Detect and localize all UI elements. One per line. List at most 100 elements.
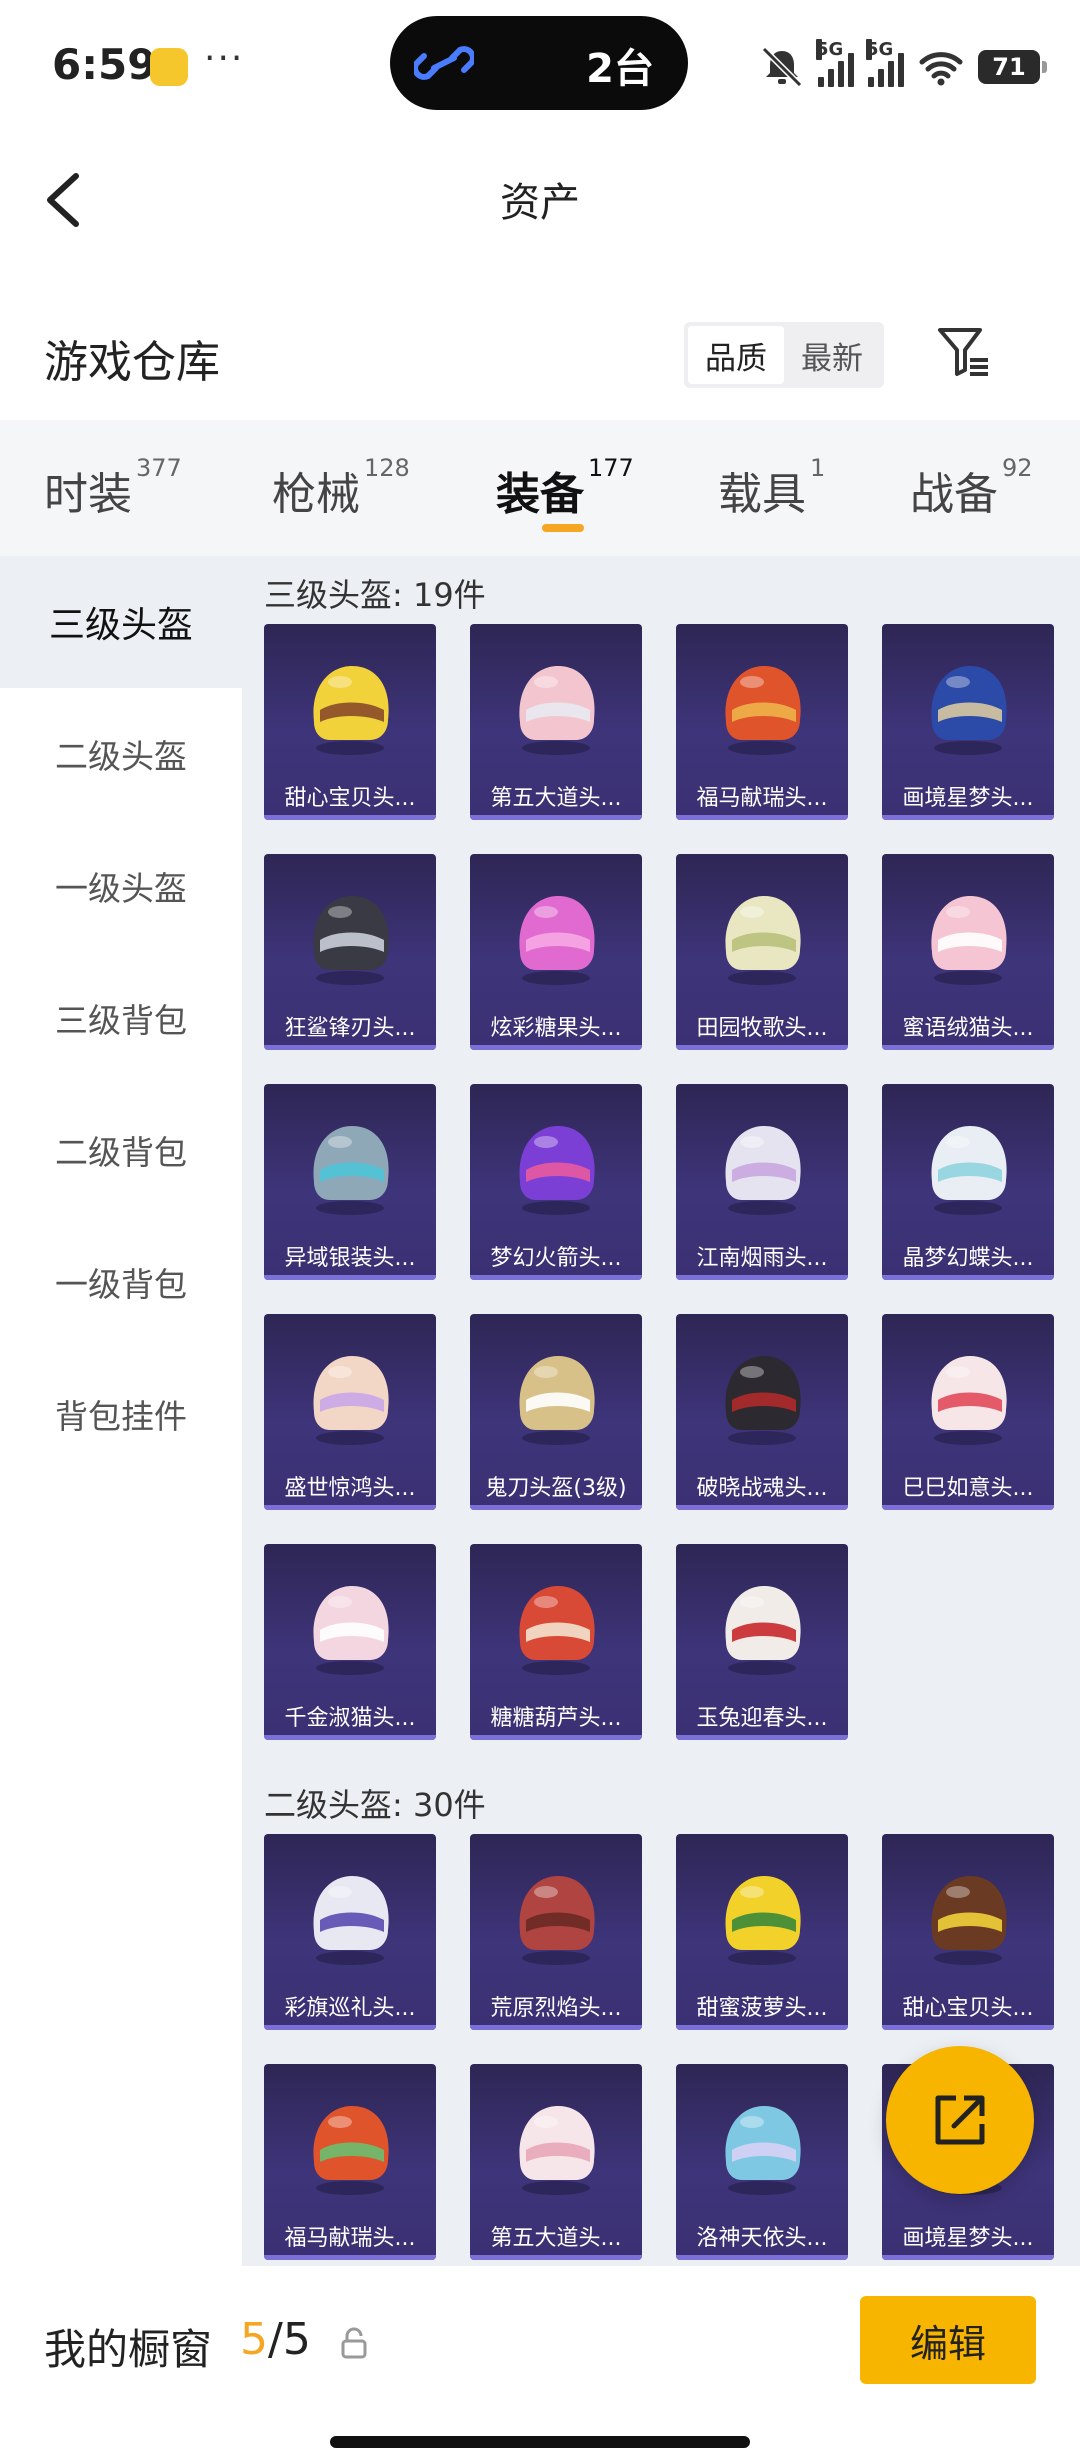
item-card[interactable]: 蜜语绒猫头... (882, 854, 1054, 1050)
edit-button[interactable]: 编辑 (860, 2296, 1036, 2384)
dynamic-island[interactable]: 2台 (390, 16, 688, 110)
item-name: 福马献瑞头... (696, 786, 828, 811)
item-card[interactable]: 破晓战魂头... (676, 1314, 848, 1510)
item-card[interactable]: 田园牧歌头... (676, 854, 848, 1050)
tab-fashion[interactable]: 时装377 (44, 454, 182, 522)
item-name: 玉兔迎春头... (696, 1706, 828, 1731)
item-card[interactable]: 甜心宝贝头... (264, 624, 436, 820)
helmet-icon (725, 1126, 801, 1215)
helmet-icon (313, 2106, 389, 2195)
item-card[interactable]: 福马献瑞头... (676, 624, 848, 820)
item-name: 破晓战魂头... (696, 1476, 828, 1501)
helmet-icon (519, 1126, 595, 1215)
item-card[interactable]: 巳巳如意头... (882, 1314, 1054, 1510)
helmet-icon (725, 1356, 801, 1445)
tab-supplies[interactable]: 战备92 (910, 454, 1033, 522)
item-name: 炫彩糖果头... (490, 1016, 622, 1041)
status-icons: 5G 5G 71 (760, 39, 1047, 94)
item-card[interactable]: 甜心宝贝头... (882, 1834, 1054, 2030)
item-card[interactable]: 洛神天依头... (676, 2064, 848, 2260)
tab-vehicles[interactable]: 载具1 (718, 454, 825, 522)
helmet-icon (519, 2106, 595, 2195)
sidebar-item-backpack-pendant[interactable]: 背包挂件 (0, 1348, 242, 1480)
subcategory-sidebar: 三级头盔 二级头盔 一级头盔 三级背包 二级背包 一级背包 背包挂件 (0, 556, 242, 2266)
item-grid: 三级头盔: 19件 甜心宝贝头... 第五大道头... 福马献瑞头... 画境星梦头..… (242, 556, 1080, 2266)
item-card[interactable]: 甜蜜菠萝头... (676, 1834, 848, 2030)
item-card[interactable]: 晶梦幻蝶头... (882, 1084, 1054, 1280)
item-card[interactable]: 第五大道头... (470, 2064, 642, 2260)
item-card[interactable]: 狂鲨锋刃头... (264, 854, 436, 1050)
item-name: 洛神天依头... (696, 2226, 828, 2251)
item-name: 田园牧歌头... (696, 1016, 828, 1041)
helmet-icon (519, 896, 595, 985)
helmet-icon (313, 896, 389, 985)
sort-by-latest-button[interactable]: 最新 (784, 326, 880, 384)
item-card[interactable]: 炫彩糖果头... (470, 854, 642, 1050)
helmet-icon (313, 1586, 389, 1675)
wifi-icon (919, 52, 963, 86)
item-card[interactable]: 彩旗巡礼头... (264, 1834, 436, 2030)
helmet-icon (519, 1356, 595, 1445)
item-name: 第五大道头... (490, 2226, 622, 2251)
bottom-bar: 我的橱窗 5/5 编辑 (0, 2266, 1080, 2460)
sidebar-item-level2-backpack[interactable]: 二级背包 (0, 1084, 242, 1216)
item-card[interactable]: 千金淑猫头... (264, 1544, 436, 1740)
group-title: 二级头盔: 30件 (264, 1786, 486, 1824)
category-tabs: 时装377 枪械128 装备177 载具1 战备92 (0, 420, 1080, 556)
helmet-icon (519, 1876, 595, 1965)
helmet-icon (931, 666, 1007, 755)
home-indicator[interactable] (330, 2436, 750, 2448)
helmet-icon (931, 1126, 1007, 1215)
item-card[interactable]: 画境星梦头... (882, 624, 1054, 820)
item-card[interactable]: 异域银装头... (264, 1084, 436, 1280)
item-card[interactable]: 第五大道头... (470, 624, 642, 820)
item-name: 福马献瑞头... (284, 2226, 416, 2251)
signal-icon-2: 5G (866, 39, 904, 87)
sidebar-item-level1-backpack[interactable]: 一级背包 (0, 1216, 242, 1348)
item-name: 梦幻火箭头... (490, 1246, 622, 1271)
sidebar-item-level3-helmet[interactable]: 三级头盔 (0, 556, 242, 688)
item-name: 千金淑猫头... (284, 1706, 416, 1731)
section-title: 游戏仓库 (44, 337, 220, 388)
sidebar-item-level3-backpack[interactable]: 三级背包 (0, 952, 242, 1084)
helmet-icon (931, 1876, 1007, 1965)
item-card[interactable]: 荒原烈焰头... (470, 1834, 642, 2030)
item-name: 甜心宝贝头... (284, 786, 416, 811)
helmet-icon (725, 666, 801, 755)
item-name: 第五大道头... (490, 786, 622, 811)
status-bar: 6:59 ··· 2台 5G 5G 71 (0, 0, 1080, 140)
item-name: 荒原烈焰头... (490, 1996, 622, 2021)
item-name: 糖糖葫芦头... (490, 1706, 622, 1731)
item-card[interactable]: 糖糖葫芦头... (470, 1544, 642, 1740)
item-card[interactable]: 江南烟雨头... (676, 1084, 848, 1280)
tab-weapons[interactable]: 枪械128 (272, 454, 410, 522)
item-name: 巳巳如意头... (902, 1476, 1034, 1501)
item-name: 甜心宝贝头... (902, 1996, 1034, 2021)
sidebar-item-level2-helmet[interactable]: 二级头盔 (0, 688, 242, 820)
item-name: 甜蜜菠萝头... (696, 1996, 828, 2021)
item-card[interactable]: 梦幻火箭头... (470, 1084, 642, 1280)
item-card[interactable]: 福马献瑞头... (264, 2064, 436, 2260)
item-name: 异域银装头... (284, 1246, 416, 1271)
signal-icon: 5G (816, 39, 854, 87)
share-button[interactable] (886, 2046, 1034, 2194)
sort-by-quality-button[interactable]: 品质 (688, 326, 784, 384)
item-card[interactable]: 玉兔迎春头... (676, 1544, 848, 1740)
helmet-icon (313, 1126, 389, 1215)
filter-icon[interactable] (936, 324, 992, 380)
item-card[interactable]: 盛世惊鸿头... (264, 1314, 436, 1510)
showcase-count: 5/5 (240, 2314, 311, 2365)
tab-equipment[interactable]: 装备177 (496, 454, 634, 522)
item-card[interactable]: 鬼刀头盔(3级) (470, 1314, 642, 1510)
sort-toggle: 品质 最新 (684, 322, 884, 388)
sidebar-item-level1-helmet[interactable]: 一级头盔 (0, 820, 242, 952)
helmet-icon (931, 1356, 1007, 1445)
helmet-icon (931, 896, 1007, 985)
mute-icon (761, 47, 803, 87)
helmet-icon (519, 666, 595, 755)
item-name: 蜜语绒猫头... (902, 1016, 1034, 1041)
link-icon (414, 46, 474, 80)
item-name: 盛世惊鸿头... (284, 1476, 416, 1501)
item-name: 画境星梦头... (902, 786, 1034, 811)
helmet-icon (519, 1586, 595, 1675)
